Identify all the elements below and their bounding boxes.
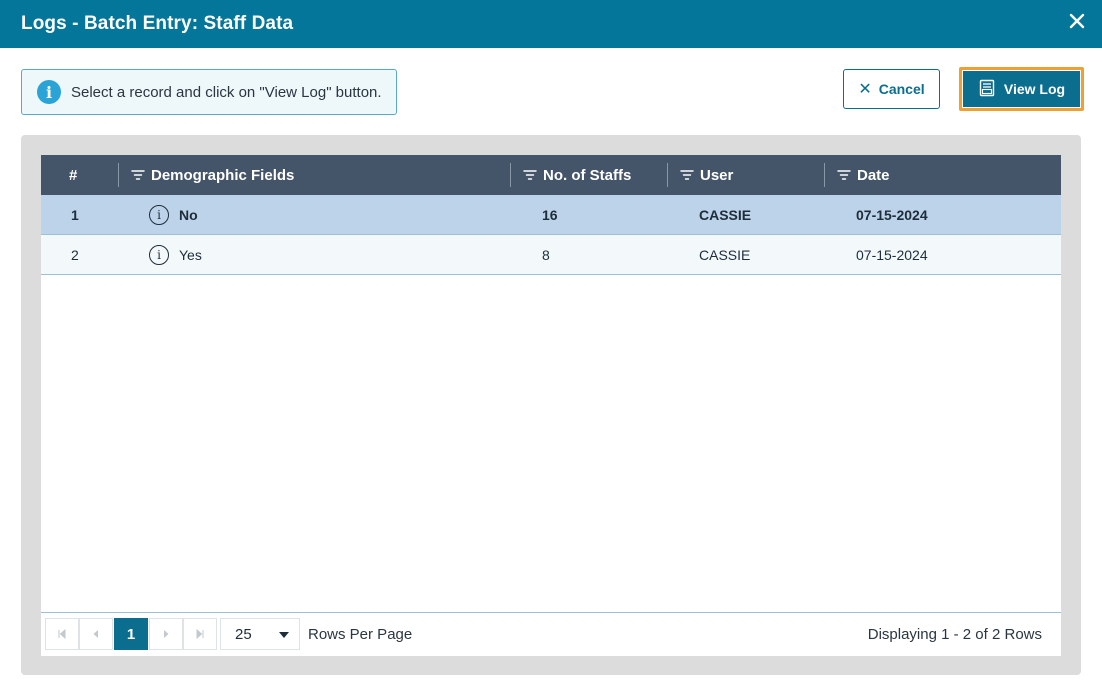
column-label: # bbox=[69, 166, 78, 184]
column-divider bbox=[510, 163, 511, 187]
cell-number: 2 bbox=[71, 246, 79, 263]
page-size-select[interactable]: 25 bbox=[220, 618, 300, 650]
filter-icon[interactable] bbox=[680, 169, 694, 181]
cell-date: 07-15-2024 bbox=[856, 246, 928, 263]
column-header-date[interactable]: Date bbox=[837, 155, 890, 195]
column-label: User bbox=[700, 166, 734, 184]
chevron-down-icon bbox=[279, 632, 289, 638]
dialog-title: Logs - Batch Entry: Staff Data bbox=[21, 13, 294, 34]
cell-no-of-staffs: 8 bbox=[542, 246, 550, 263]
column-header-number[interactable]: # bbox=[69, 155, 77, 195]
rows-per-page-label: Rows Per Page bbox=[308, 625, 413, 643]
cell-number: 1 bbox=[71, 206, 79, 223]
logs-grid: # Demographic Fields No. of Staffs User bbox=[41, 155, 1061, 656]
last-page-button[interactable] bbox=[183, 618, 217, 650]
close-icon[interactable] bbox=[1066, 10, 1088, 32]
logs-dialog: Logs - Batch Entry: Staff Data i Select … bbox=[0, 0, 1102, 694]
first-page-icon bbox=[58, 629, 66, 639]
page-number-button[interactable]: 1 bbox=[114, 618, 148, 650]
filter-icon[interactable] bbox=[837, 169, 851, 181]
grid-header: # Demographic Fields No. of Staffs User bbox=[41, 155, 1061, 195]
cell-no-of-staffs: 16 bbox=[542, 206, 558, 223]
column-header-user[interactable]: User bbox=[680, 155, 733, 195]
filter-icon[interactable] bbox=[523, 169, 537, 181]
pagination-bar: 1 25 Rows Per Page Displaying 1 - 2 of 2… bbox=[41, 612, 1061, 656]
cell-demographic-fields: i Yes bbox=[149, 235, 202, 274]
grid-panel: # Demographic Fields No. of Staffs User bbox=[21, 135, 1081, 675]
cell-date: 07-15-2024 bbox=[856, 206, 928, 223]
previous-page-button[interactable] bbox=[79, 618, 113, 650]
column-divider bbox=[824, 163, 825, 187]
info-circle-icon[interactable]: i bbox=[149, 204, 169, 225]
view-log-button[interactable]: View Log bbox=[963, 71, 1080, 107]
page-size-value: 25 bbox=[235, 625, 252, 643]
column-label: Demographic Fields bbox=[151, 166, 295, 184]
first-page-button[interactable] bbox=[45, 618, 79, 650]
info-icon: i bbox=[37, 80, 61, 104]
info-circle-icon[interactable]: i bbox=[149, 244, 169, 265]
previous-page-icon bbox=[93, 630, 98, 638]
dialog-titlebar: Logs - Batch Entry: Staff Data bbox=[0, 0, 1102, 48]
filter-icon[interactable] bbox=[131, 169, 145, 181]
info-banner: i Select a record and click on "View Log… bbox=[21, 69, 397, 115]
cell-demographic-value: No bbox=[179, 206, 198, 223]
column-label: Date bbox=[857, 166, 890, 184]
cell-user: CASSIE bbox=[699, 246, 751, 263]
close-icon: ✕ bbox=[858, 81, 872, 98]
cancel-label: Cancel bbox=[878, 81, 925, 97]
table-row[interactable]: 2 i Yes 8 CASSIE 07-15-2024 bbox=[41, 235, 1061, 275]
column-header-no-of-staffs[interactable]: No. of Staffs bbox=[523, 155, 631, 195]
last-page-icon bbox=[196, 629, 204, 639]
column-divider bbox=[667, 163, 668, 187]
info-message: Select a record and click on "View Log" … bbox=[71, 83, 382, 101]
log-icon bbox=[978, 79, 996, 100]
display-info: Displaying 1 - 2 of 2 Rows bbox=[867, 625, 1042, 643]
cell-user: CASSIE bbox=[699, 206, 752, 223]
view-log-label: View Log bbox=[1003, 81, 1066, 97]
cancel-button[interactable]: ✕ Cancel bbox=[843, 69, 940, 109]
column-header-demographic-fields[interactable]: Demographic Fields bbox=[131, 155, 294, 195]
column-label: No. of Staffs bbox=[543, 166, 632, 184]
next-page-icon bbox=[164, 630, 169, 638]
table-row[interactable]: 1 i No 16 CASSIE 07-15-2024 bbox=[41, 195, 1061, 235]
cell-demographic-value: Yes bbox=[179, 246, 202, 263]
column-divider bbox=[118, 163, 119, 187]
next-page-button[interactable] bbox=[149, 618, 183, 650]
cell-demographic-fields: i No bbox=[149, 195, 198, 234]
